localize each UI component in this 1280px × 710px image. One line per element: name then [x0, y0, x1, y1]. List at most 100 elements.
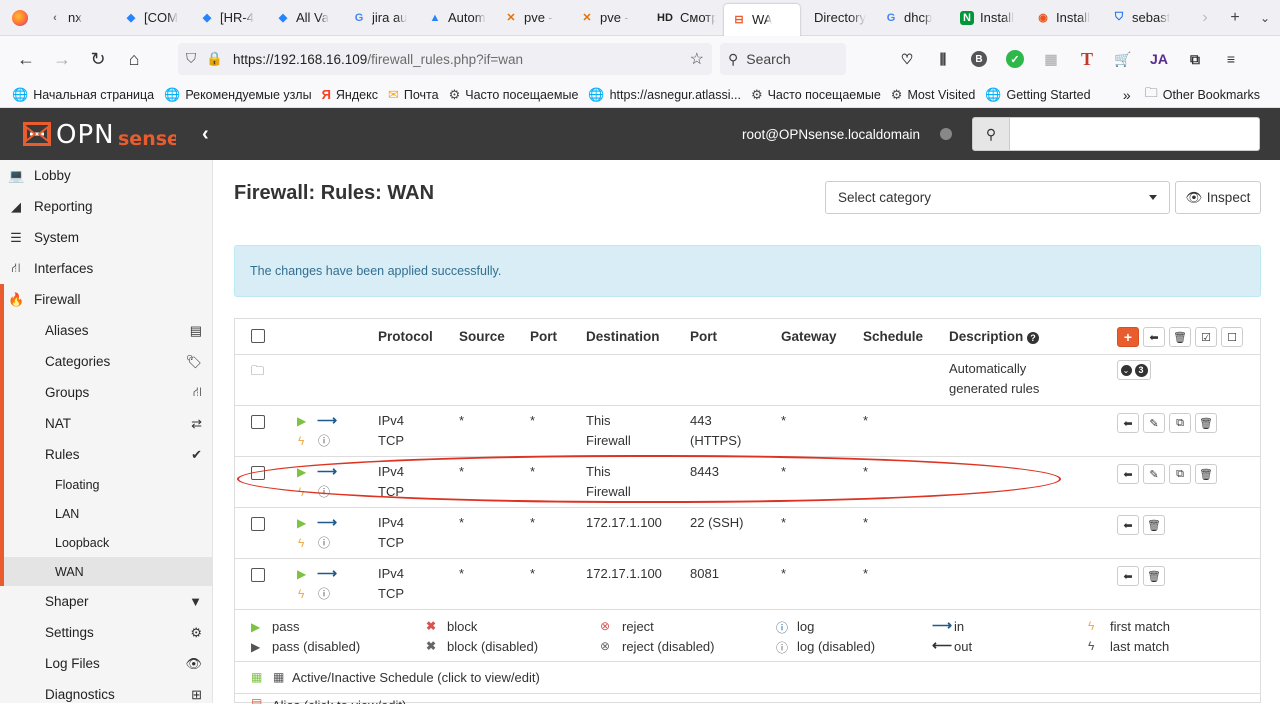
sidebar-item-nat[interactable]: NAT ⇄	[4, 408, 212, 439]
bookmark-item[interactable]: ⚙ Most Visited	[891, 87, 976, 103]
bookmark-item[interactable]: ⚙ Часто посещаемые	[751, 87, 881, 103]
move-before-button[interactable]: ⬅	[1117, 515, 1139, 535]
sidebar-item-lan[interactable]: LAN	[4, 499, 212, 528]
library-icon[interactable]: ⫼	[930, 46, 956, 72]
t-extension-icon[interactable]: T	[1074, 46, 1100, 72]
sidebar-item-categories[interactable]: Categories 🏷	[4, 346, 212, 377]
browser-tab[interactable]: ✕ pve -	[496, 0, 572, 36]
inspect-button[interactable]: 👁 Inspect	[1175, 181, 1261, 214]
header-protocol[interactable]: Protocol	[378, 327, 433, 347]
browser-tab[interactable]: ◉ Install	[1028, 0, 1104, 36]
log-icon[interactable]: ⓘ	[318, 533, 330, 553]
checkbox[interactable]	[251, 568, 265, 582]
sidebar-item-lobby[interactable]: 💻 Lobby	[0, 160, 212, 191]
log-icon[interactable]: ⓘ	[318, 482, 330, 502]
browser-tab[interactable]: ✕ pve -	[572, 0, 648, 36]
move-before-button[interactable]: ⬅	[1117, 464, 1139, 484]
header-destination[interactable]: Destination	[586, 327, 660, 347]
edit-rule-button[interactable]: ✎	[1143, 464, 1165, 484]
url-bar[interactable]: ⛉ 🔒 https://192.168.16.109/firewall_rule…	[178, 43, 712, 75]
table-row-auto-rules[interactable]: 🗀 Automatically generated rules ⌄ 3	[235, 355, 1260, 406]
browser-tab[interactable]: HD Смотр	[648, 0, 724, 36]
pass-icon[interactable]: ▶	[297, 564, 306, 584]
search-input[interactable]: ⚲ Search	[720, 43, 846, 75]
browser-tab[interactable]: ◆ All Va	[268, 0, 344, 36]
bookmark-star-icon[interactable]: ☆	[690, 49, 704, 69]
header-schedule[interactable]: Schedule	[863, 327, 923, 347]
table-row[interactable]: ▶ ⟶ ϟ ⓘ IPv4 TCP * * 172.17.1.100 22 (SSH) * * ⬅ 🗑	[235, 508, 1260, 559]
select-all-checkbox[interactable]	[251, 329, 265, 343]
browser-tab[interactable]: ▲ Autom	[420, 0, 496, 36]
back-button[interactable]: ←	[8, 43, 44, 75]
move-before-button[interactable]: ⬅	[1117, 566, 1139, 586]
move-selected-button[interactable]: ⬅	[1143, 327, 1165, 347]
edit-rule-button[interactable]: ✎	[1143, 413, 1165, 433]
sidebar-item-aliases[interactable]: Aliases ▤	[4, 315, 212, 346]
table-row[interactable]: ▶ ⟶ ϟ ⓘ IPv4 TCP * * 172.17.1.100 8081 * * ⬅ 🗑	[235, 559, 1260, 610]
arrow-in-icon[interactable]: ⟶	[317, 461, 337, 482]
collapse-sidebar-icon[interactable]: ‹	[202, 123, 209, 146]
delete-rule-button[interactable]: 🗑	[1143, 566, 1165, 586]
grid-extension-icon[interactable]: ▦	[1038, 46, 1064, 72]
arrow-in-icon[interactable]: ⟶	[317, 563, 337, 584]
delete-rule-button[interactable]: 🗑	[1143, 515, 1165, 535]
browser-tab[interactable]: Gjira au	[344, 0, 420, 36]
checkbox[interactable]	[251, 415, 265, 429]
sidebar-item-settings[interactable]: Settings ⚙	[0, 617, 212, 648]
log-icon[interactable]: ⓘ	[318, 431, 330, 451]
tab-scroll-right-icon[interactable]: ›	[1190, 0, 1220, 36]
other-bookmarks[interactable]: 🗀 Other Bookmarks	[1145, 84, 1260, 106]
user-info[interactable]: root@OPNsense.localdomain	[742, 127, 920, 142]
header-gateway[interactable]: Gateway	[781, 327, 837, 347]
disable-selected-button[interactable]: ☐	[1221, 327, 1243, 347]
legend-schedule[interactable]: Active/Inactive Schedule (click to view/…	[292, 668, 540, 688]
sidebar-item-rules[interactable]: Rules ✔	[4, 439, 212, 470]
header-port[interactable]: Port	[530, 327, 557, 347]
header-source[interactable]: Source	[459, 327, 505, 347]
sidebar-item-wan[interactable]: WAN	[4, 557, 212, 586]
pass-icon[interactable]: ▶	[297, 411, 306, 431]
new-tab-button[interactable]: +	[1220, 0, 1250, 36]
expand-auto-rules-button[interactable]: ⌄ 3	[1117, 360, 1151, 380]
forward-button[interactable]: →	[44, 43, 80, 75]
browser-tab[interactable]: ⛉ sebast	[1104, 0, 1180, 36]
more-bookmarks-icon[interactable]: »	[1123, 87, 1131, 103]
help-icon[interactable]: ?	[1027, 332, 1040, 344]
opnsense-logo[interactable]: OPN sense	[22, 119, 176, 149]
table-row[interactable]: ▶ ⟶ ϟ ⓘ IPv4 TCP * * This Firewall 8443 * * ⬅ ✎ ⧉ 🗑	[235, 457, 1260, 508]
browser-tab[interactable]: ⊟ WA	[724, 3, 800, 36]
add-rule-button[interactable]: +	[1117, 327, 1139, 347]
row-checkbox[interactable]	[251, 568, 265, 582]
bookmark-item[interactable]: 🌐 Начальная страница	[12, 87, 154, 103]
cart-icon[interactable]: 🛒	[1110, 46, 1136, 72]
header-description[interactable]: Description ?	[949, 327, 1040, 347]
pass-icon[interactable]: ▶	[297, 462, 306, 482]
firefox-menu[interactable]	[0, 0, 40, 36]
bookmark-item[interactable]: 🌐 https://asnegur.atlassi...	[588, 87, 741, 103]
table-row[interactable]: ▶ ⟶ ϟ ⓘ IPv4 TCP * * This Firewall 443 (HTTPS) * * ⬅ ✎ ⧉…	[235, 406, 1260, 457]
checkbox[interactable]	[251, 517, 265, 531]
header-dport[interactable]: Port	[690, 327, 717, 347]
row-checkbox[interactable]	[251, 415, 265, 429]
reload-button[interactable]: ↻	[80, 43, 116, 75]
enable-selected-button[interactable]: ☑	[1195, 327, 1217, 347]
list-all-tabs-button[interactable]: ⌄	[1250, 0, 1280, 36]
sidebar-item-floating[interactable]: Floating	[4, 470, 212, 499]
browser-tab[interactable]: Gdhcp	[876, 0, 952, 36]
bookmark-item[interactable]: Я Яндекс	[322, 87, 378, 103]
browser-tab[interactable]: N Install	[952, 0, 1028, 36]
bookmark-item[interactable]: 🌐 Getting Started	[985, 87, 1090, 103]
row-checkbox[interactable]	[251, 517, 265, 531]
sidebar-item-system[interactable]: ☰ System	[0, 222, 212, 253]
pocket-icon[interactable]: ♡	[894, 46, 920, 72]
browser-tab[interactable]: ‹ nx	[40, 0, 116, 36]
check-extension-icon[interactable]: ✓	[1002, 46, 1028, 72]
arrow-in-icon[interactable]: ⟶	[317, 410, 337, 431]
sidebar-item-reporting[interactable]: ◢ Reporting	[0, 191, 212, 222]
b-extension-icon[interactable]: B	[966, 46, 992, 72]
folder-icon[interactable]: 🗀	[251, 361, 264, 381]
browser-tab[interactable]: ◆ [COM	[116, 0, 192, 36]
delete-selected-button[interactable]: 🗑	[1169, 327, 1191, 347]
sidebar-item-interfaces[interactable]: ⛙ Interfaces	[0, 253, 212, 284]
log-icon[interactable]: ⓘ	[318, 584, 330, 604]
